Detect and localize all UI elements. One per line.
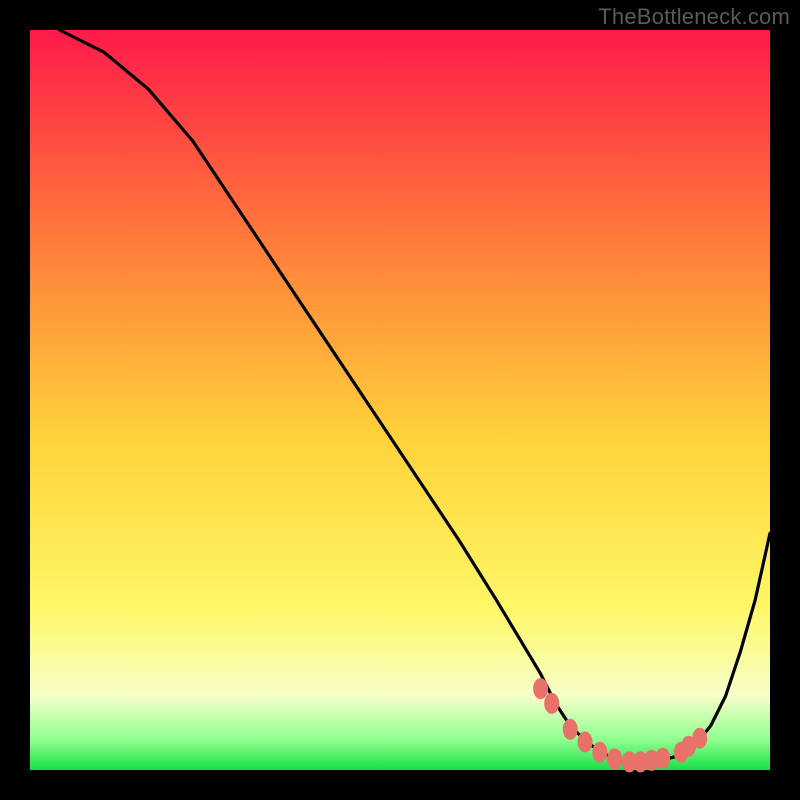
- optimal-marker: [563, 719, 577, 739]
- chart-frame: TheBottleneck.com: [0, 0, 800, 800]
- optimal-marker: [534, 679, 548, 699]
- watermark-text: TheBottleneck.com: [598, 4, 790, 30]
- optimal-marker: [608, 749, 622, 769]
- optimal-marker: [578, 732, 592, 752]
- optimal-marker: [656, 748, 670, 768]
- optimal-marker: [545, 693, 559, 713]
- optimal-marker: [593, 742, 607, 762]
- plot-gradient-area: [30, 30, 770, 770]
- chart-canvas: [0, 0, 800, 800]
- optimal-marker: [693, 728, 707, 748]
